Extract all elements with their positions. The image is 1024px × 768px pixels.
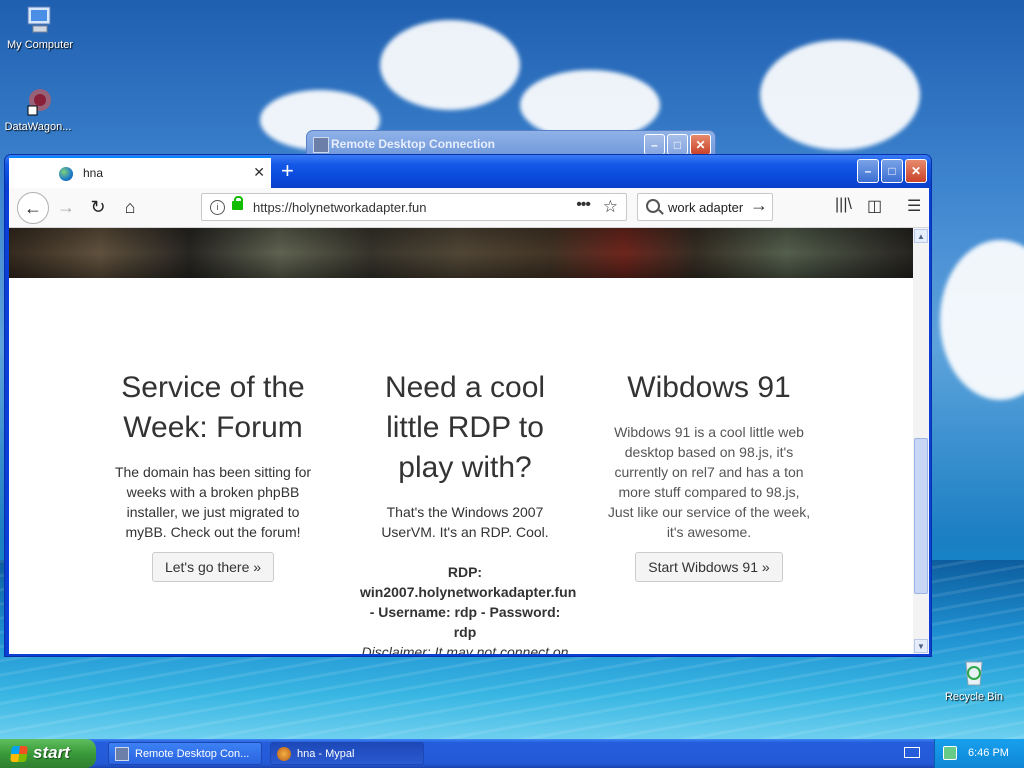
rdp-disclaimer: Disclaimer: It may not connect on bbox=[361, 644, 569, 654]
column-heading: Wibdows 91 bbox=[627, 371, 791, 404]
search-icon bbox=[646, 199, 660, 213]
recycle-bin-icon bbox=[958, 656, 990, 688]
datawagon-icon bbox=[22, 86, 54, 118]
column-rdp: Need a cool little RDP to play with? Tha… bbox=[360, 368, 576, 654]
column-body: That's the Windows 2007 UserVM. It's an … bbox=[381, 504, 549, 540]
desktop-icon-datawagon[interactable]: DataWagon... bbox=[0, 86, 78, 133]
tab-title: hna bbox=[83, 166, 104, 180]
back-button[interactable]: ← bbox=[17, 192, 49, 224]
minimize-button[interactable]: – bbox=[857, 159, 879, 183]
column-forum: Service of the Week: Forum The domain ha… bbox=[108, 368, 318, 582]
column-heading: Service of the Week: Forum bbox=[121, 371, 305, 444]
start-label: start bbox=[33, 743, 70, 762]
minimize-button[interactable]: – bbox=[644, 134, 665, 155]
home-button[interactable]: ⌂ bbox=[115, 192, 145, 222]
desktop-icon-label: My Computer bbox=[6, 39, 74, 51]
start-button[interactable]: start bbox=[0, 739, 96, 768]
desktop-icon-my-computer[interactable]: My Computer bbox=[0, 4, 80, 51]
search-text[interactable]: work adapter bbox=[668, 200, 743, 215]
system-tray: 6:46 PM bbox=[934, 739, 1024, 768]
navigation-toolbar: ← → ↻ ⌂ i https://holynetworkadapter.fun… bbox=[9, 188, 929, 228]
bookmark-star-icon[interactable]: ☆ bbox=[603, 197, 618, 217]
maximize-button[interactable]: □ bbox=[667, 134, 688, 155]
maximize-button[interactable]: □ bbox=[881, 159, 903, 183]
cloud bbox=[760, 40, 920, 150]
forward-button[interactable]: → bbox=[51, 192, 81, 222]
clock[interactable]: 6:46 PM bbox=[968, 747, 1009, 759]
keyboard-icon[interactable] bbox=[904, 747, 920, 758]
cloud bbox=[380, 20, 520, 110]
computer-icon bbox=[24, 4, 56, 36]
network-icon[interactable] bbox=[943, 746, 957, 760]
browser-icon bbox=[277, 747, 291, 761]
library-icon[interactable]: |||\ bbox=[835, 196, 852, 214]
desktop-icon-label: Recycle Bin bbox=[944, 691, 1004, 703]
taskbar-item-remote-desktop[interactable]: Remote Desktop Con... bbox=[108, 742, 262, 765]
taskbar-item-label: Remote Desktop Con... bbox=[135, 748, 250, 760]
sidebar-icon[interactable]: ◫ bbox=[867, 196, 882, 216]
column-body: The domain has been sitting for weeks wi… bbox=[114, 464, 312, 540]
windows-flag-icon bbox=[10, 746, 28, 762]
menu-icon[interactable]: ☰ bbox=[907, 196, 921, 216]
reload-button[interactable]: ↻ bbox=[83, 192, 113, 222]
close-button[interactable]: ✕ bbox=[690, 134, 711, 155]
vertical-scrollbar[interactable]: ▲ ▼ bbox=[913, 228, 929, 654]
remote-desktop-icon bbox=[313, 137, 329, 153]
cloud bbox=[940, 240, 1024, 400]
column-wibdows: Wibdows 91 Wibdows 91 is a cool little w… bbox=[604, 368, 814, 582]
scroll-down-arrow-icon[interactable]: ▼ bbox=[914, 639, 928, 653]
lets-go-there-button[interactable]: Let's go there » bbox=[151, 552, 275, 582]
search-go-icon[interactable]: → bbox=[750, 195, 768, 216]
taskbar-item-label: hna - Mypal bbox=[297, 748, 355, 760]
lock-icon bbox=[232, 196, 243, 210]
page-content: Service of the Week: Forum The domain ha… bbox=[9, 228, 913, 654]
taskbar-item-browser[interactable]: hna - Mypal bbox=[270, 742, 424, 765]
new-tab-button[interactable]: + bbox=[281, 157, 294, 185]
tab-hna[interactable]: hna ✕ bbox=[9, 156, 271, 188]
scroll-up-arrow-icon[interactable]: ▲ bbox=[914, 229, 928, 243]
title-bar[interactable]: hna ✕ + – □ ✕ bbox=[5, 155, 931, 188]
scroll-thumb[interactable] bbox=[914, 438, 928, 594]
banner-image bbox=[9, 228, 913, 278]
desktop-icon-recycle-bin[interactable]: Recycle Bin bbox=[934, 656, 1014, 703]
browser-window: hna ✕ + – □ ✕ ← → ↻ ⌂ i https://holynetw… bbox=[4, 154, 932, 657]
column-body: Wibdows 91 is a cool little web desktop … bbox=[607, 424, 811, 540]
info-icon[interactable]: i bbox=[210, 200, 225, 215]
rdp-details: RDP: win2007.holynetworkadapter.fun - Us… bbox=[360, 562, 576, 654]
close-tab-icon[interactable]: ✕ bbox=[253, 164, 265, 181]
column-heading: Need a cool little RDP to play with? bbox=[384, 371, 546, 484]
url-text[interactable]: https://holynetworkadapter.fun bbox=[253, 200, 426, 215]
globe-icon bbox=[59, 167, 73, 181]
search-input[interactable]: work adapter → bbox=[637, 193, 773, 221]
taskbar: start Remote Desktop Con... hna - Mypal … bbox=[0, 739, 1024, 768]
page-actions-icon[interactable]: ••• bbox=[576, 196, 591, 214]
remote-desktop-icon bbox=[115, 747, 129, 761]
start-wibdows-button[interactable]: Start Wibdows 91 » bbox=[635, 552, 783, 582]
rdp-credentials: RDP: win2007.holynetworkadapter.fun - Us… bbox=[360, 564, 577, 640]
window-title: Remote Desktop Connection bbox=[331, 137, 496, 151]
address-bar[interactable]: i https://holynetworkadapter.fun ••• ☆ bbox=[201, 193, 627, 221]
close-button[interactable]: ✕ bbox=[905, 159, 927, 183]
desktop-icon-label: DataWagon... bbox=[4, 121, 72, 133]
